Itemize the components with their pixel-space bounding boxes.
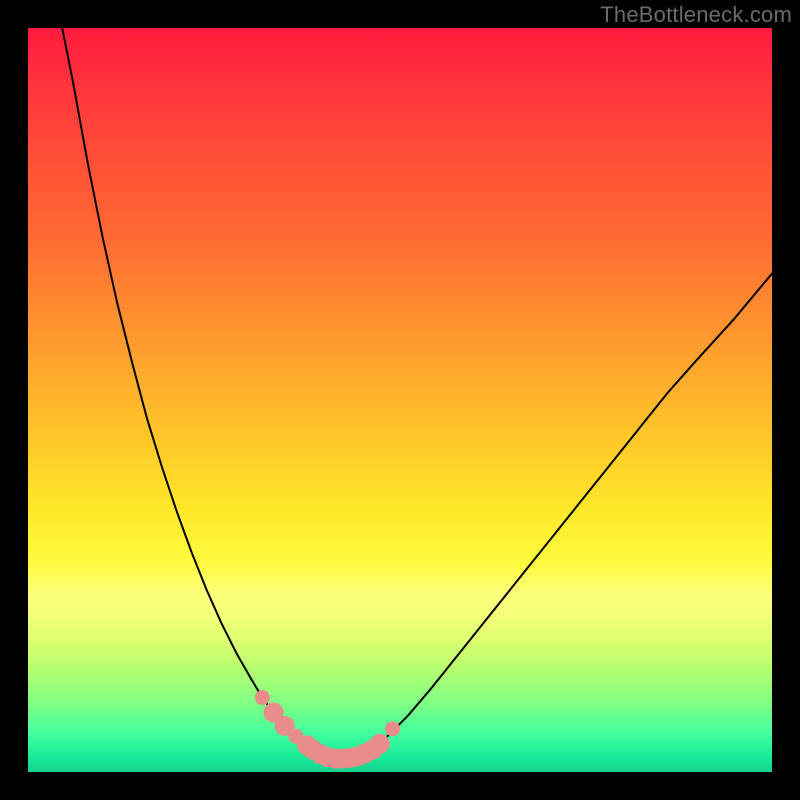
marker-point [255,690,270,705]
marker-point [385,721,400,736]
chart-frame: TheBottleneck.com [0,0,800,800]
marker-point [370,734,390,754]
watermark-label: TheBottleneck.com [600,2,792,28]
curve-left-curve [62,28,325,757]
curve-right-curve [355,274,772,758]
chart-svg [28,28,772,772]
plot-area [28,28,772,772]
